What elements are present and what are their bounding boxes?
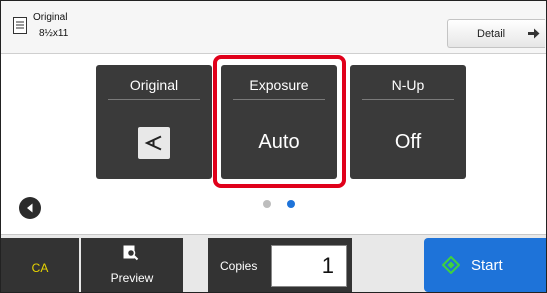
ca-label: CA <box>31 261 49 275</box>
start-button[interactable]: Start <box>424 238 546 292</box>
card-title: N-Up <box>391 77 425 93</box>
start-label: Start <box>471 257 503 274</box>
copies-label: Copies <box>220 259 258 273</box>
scroll-back-button[interactable] <box>19 197 41 219</box>
bottom-bar: CA Preview Copies 1 Start <box>1 234 546 292</box>
page-dot-2-active[interactable] <box>287 200 295 208</box>
original-label: Original <box>33 12 68 23</box>
document-icon <box>13 17 27 34</box>
page-orientation-icon <box>138 127 170 159</box>
arrow-right-icon <box>528 28 540 39</box>
n-up-setting-card[interactable]: N-Up Off <box>350 65 466 179</box>
card-divider <box>362 99 454 100</box>
preview-label: Preview <box>110 271 154 285</box>
page-dot-1[interactable] <box>263 200 271 208</box>
start-diamond-icon <box>442 256 460 274</box>
copies-control: Copies 1 <box>208 238 352 292</box>
preview-magnifier-icon <box>123 245 139 261</box>
detail-label: Detail <box>477 28 506 40</box>
clear-all-button[interactable]: CA <box>1 238 79 292</box>
original-size: 8½x11 <box>39 28 69 39</box>
detail-button[interactable]: Detail <box>447 19 545 48</box>
card-title: Original <box>129 77 179 93</box>
original-setting-card[interactable]: Original <box>96 65 212 179</box>
top-bar: Original 8½x11 Detail <box>1 1 546 54</box>
preview-button[interactable]: Preview <box>81 238 183 292</box>
chevron-left-icon <box>27 203 33 213</box>
card-value: Off <box>394 131 422 153</box>
exposure-highlight-frame <box>213 55 346 188</box>
copy-screen: Original 8½x11 Detail Original Exposure … <box>0 0 547 293</box>
card-divider <box>108 99 200 100</box>
copies-input[interactable]: 1 <box>271 245 347 287</box>
